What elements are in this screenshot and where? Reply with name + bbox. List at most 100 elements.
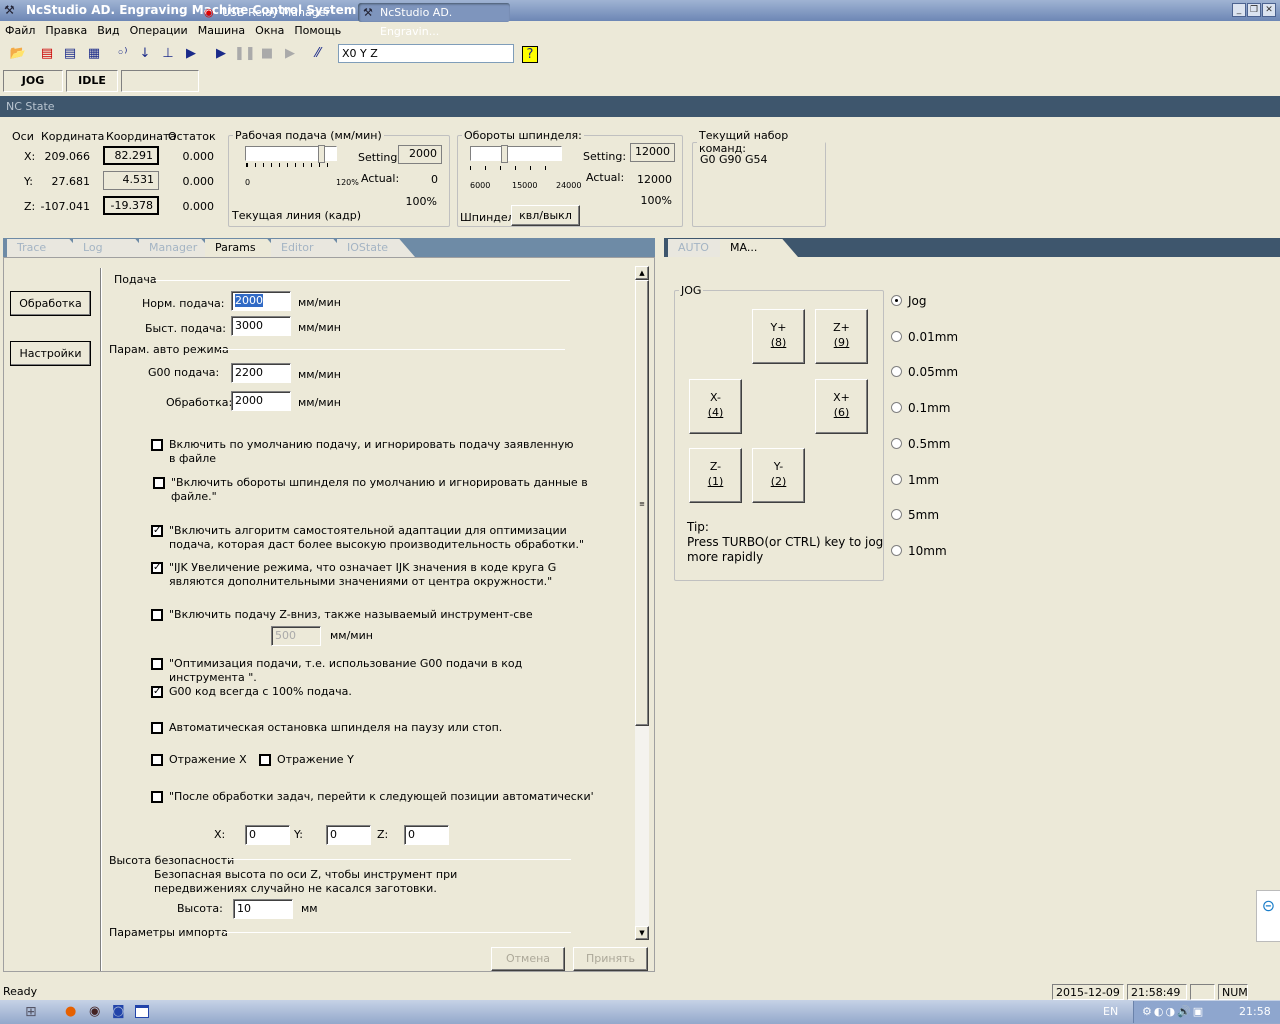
teamviewer-icon[interactable]: ⊝ xyxy=(1256,890,1280,942)
processing-button[interactable]: Обработка xyxy=(10,291,91,316)
step-radio[interactable]: Jog xyxy=(891,294,927,308)
jog-legend: JOG xyxy=(681,284,702,297)
step-radio[interactable]: 5mm xyxy=(891,508,939,522)
radio-icon[interactable] xyxy=(891,437,902,449)
option-checkbox[interactable] xyxy=(259,754,271,766)
probe-icon[interactable]: ↓ xyxy=(135,44,155,64)
pause-icon[interactable]: ❚❚ xyxy=(234,44,256,64)
jog-y-minus-button[interactable]: Y- (2) xyxy=(752,448,805,503)
menu-view[interactable]: Вид xyxy=(97,24,119,37)
firefox-icon[interactable]: ● xyxy=(65,1004,76,1019)
norm-feed-input[interactable]: 2000 xyxy=(231,291,291,311)
app-icon[interactable]: ◉ xyxy=(89,1004,100,1019)
safe-height-input[interactable]: 10 xyxy=(233,899,293,919)
menu-file[interactable]: Файл xyxy=(5,24,35,37)
menu-operations[interactable]: Операции xyxy=(130,24,188,37)
scroll-down-icon[interactable]: ▼ xyxy=(635,926,649,940)
radio-icon[interactable] xyxy=(891,509,902,521)
option-checkbox[interactable] xyxy=(153,477,165,489)
g00-feed-input[interactable]: 2200 xyxy=(231,363,291,383)
minimize-button[interactable]: _ xyxy=(1232,3,1246,17)
camera-icon[interactable]: ◙ xyxy=(112,1004,125,1019)
next-x-input[interactable]: 0 xyxy=(245,825,290,845)
menu-windows[interactable]: Окна xyxy=(255,24,284,37)
taskbar-usb-relay[interactable]: ◉ USB Relay Manager xyxy=(200,3,352,22)
apply-button[interactable]: Принять xyxy=(573,947,648,971)
option-text: Отражение X xyxy=(169,753,247,766)
step-radio[interactable]: 1mm xyxy=(891,473,939,487)
feed-setting-label: Setting: xyxy=(358,151,402,164)
close-file-icon[interactable]: ▤ xyxy=(37,44,57,64)
header-remain: Остаток xyxy=(168,130,216,143)
signal-icon[interactable]: ◦⁾ xyxy=(112,44,132,64)
radio-icon[interactable] xyxy=(891,544,902,556)
window-icon[interactable]: ▤ xyxy=(60,44,80,64)
close-button[interactable]: ✕ xyxy=(1262,3,1276,17)
coordinate-input[interactable]: X0 Y Z xyxy=(338,44,514,63)
jog-z-minus-button[interactable]: Z- (1) xyxy=(689,448,742,503)
stop-icon[interactable]: ■ xyxy=(257,44,277,64)
export-icon[interactable]: ▶ xyxy=(181,44,201,64)
step-radio[interactable]: 10mm xyxy=(891,544,947,558)
feed-slider[interactable] xyxy=(245,145,337,163)
help-icon[interactable]: ? xyxy=(522,46,538,63)
next-y-input[interactable]: 0 xyxy=(326,825,371,845)
tip-text: Press TURBO(or CTRL) key to jog xyxy=(687,535,884,549)
z-down-feed-input[interactable]: 500 xyxy=(271,626,321,646)
start-icon[interactable]: ▶ xyxy=(211,44,231,64)
jog-z-minusplus-button[interactable]: Z+ (9) xyxy=(815,309,868,364)
jog-y-minusplus-button[interactable]: Y+ (8) xyxy=(752,309,805,364)
open-icon[interactable]: 📂 xyxy=(8,44,28,64)
step-radio[interactable]: 0.1mm xyxy=(891,401,950,415)
jog-x-minus-button[interactable]: X- (4) xyxy=(689,379,742,434)
radio-icon[interactable] xyxy=(891,473,902,485)
fast-feed-input[interactable]: 3000 xyxy=(231,316,291,336)
menu-help[interactable]: Помощь xyxy=(294,24,341,37)
radio-icon[interactable] xyxy=(891,295,902,306)
spindle-slider-thumb[interactable] xyxy=(501,145,508,163)
processing-feed-input[interactable]: 2000 xyxy=(231,391,291,411)
maximize-button[interactable]: ❐ xyxy=(1247,3,1261,17)
language-indicator[interactable]: EN xyxy=(1103,1005,1118,1018)
reset-icon[interactable]: ⁄⁄ xyxy=(308,44,328,64)
tool-icon[interactable]: ⊥ xyxy=(158,44,178,64)
option-checkbox[interactable] xyxy=(151,439,163,451)
settings-button[interactable]: Настройки xyxy=(10,341,91,366)
step-radio[interactable]: 0.01mm xyxy=(891,330,958,344)
feed-section-title: Подача xyxy=(114,273,157,286)
scroll-thumb[interactable]: ≡ xyxy=(635,280,649,726)
scroll-up-icon[interactable]: ▲ xyxy=(635,266,649,280)
spindle-setting: 12000 xyxy=(630,143,675,162)
view-icon[interactable]: ▦ xyxy=(84,44,104,64)
option-text: "Включить обороты шпинделя по умолчанию … xyxy=(171,476,588,489)
start-icon[interactable]: ⊞ xyxy=(25,1004,37,1020)
spindle-slider[interactable] xyxy=(470,145,562,163)
step-radio[interactable]: 0.05mm xyxy=(891,365,958,379)
step-icon[interactable]: ▶ xyxy=(280,44,300,64)
safe-height-desc-2: передвижениях случайно не касался загото… xyxy=(154,882,437,895)
spindle-toggle-button[interactable]: квл/выкл xyxy=(511,205,580,226)
option-checkbox[interactable]: ✓ xyxy=(151,686,163,698)
option-checkbox[interactable] xyxy=(151,754,163,766)
radio-icon[interactable] xyxy=(891,402,902,414)
menu-machine[interactable]: Машина xyxy=(198,24,245,37)
option-checkbox[interactable]: ✓ xyxy=(151,562,163,574)
option-checkbox[interactable] xyxy=(151,609,163,621)
tray-icons[interactable]: ⚙◐◑🔊▣ xyxy=(1142,1005,1205,1018)
feed-percent: 100% xyxy=(405,195,437,208)
menu-edit[interactable]: Правка xyxy=(45,24,87,37)
taskbar-ncstudio[interactable]: ⚒ NcStudio AD. Engravin... xyxy=(358,3,510,38)
option-checkbox[interactable] xyxy=(151,658,163,670)
scrollbar[interactable]: ▲ ≡ ▼ xyxy=(635,266,649,940)
option-checkbox[interactable] xyxy=(151,791,163,803)
feed-slider-thumb[interactable] xyxy=(318,145,325,163)
radio-icon[interactable] xyxy=(891,366,902,378)
next-z-input[interactable]: 0 xyxy=(404,825,449,845)
option-checkbox[interactable]: ✓ xyxy=(151,525,163,537)
step-radio[interactable]: 0.5mm xyxy=(891,437,950,451)
cancel-button[interactable]: Отмена xyxy=(491,947,565,971)
radio-icon[interactable] xyxy=(891,330,902,342)
window-icon[interactable] xyxy=(135,1005,149,1018)
option-checkbox[interactable] xyxy=(151,722,163,734)
jog-x-minusplus-button[interactable]: X+ (6) xyxy=(815,379,868,434)
